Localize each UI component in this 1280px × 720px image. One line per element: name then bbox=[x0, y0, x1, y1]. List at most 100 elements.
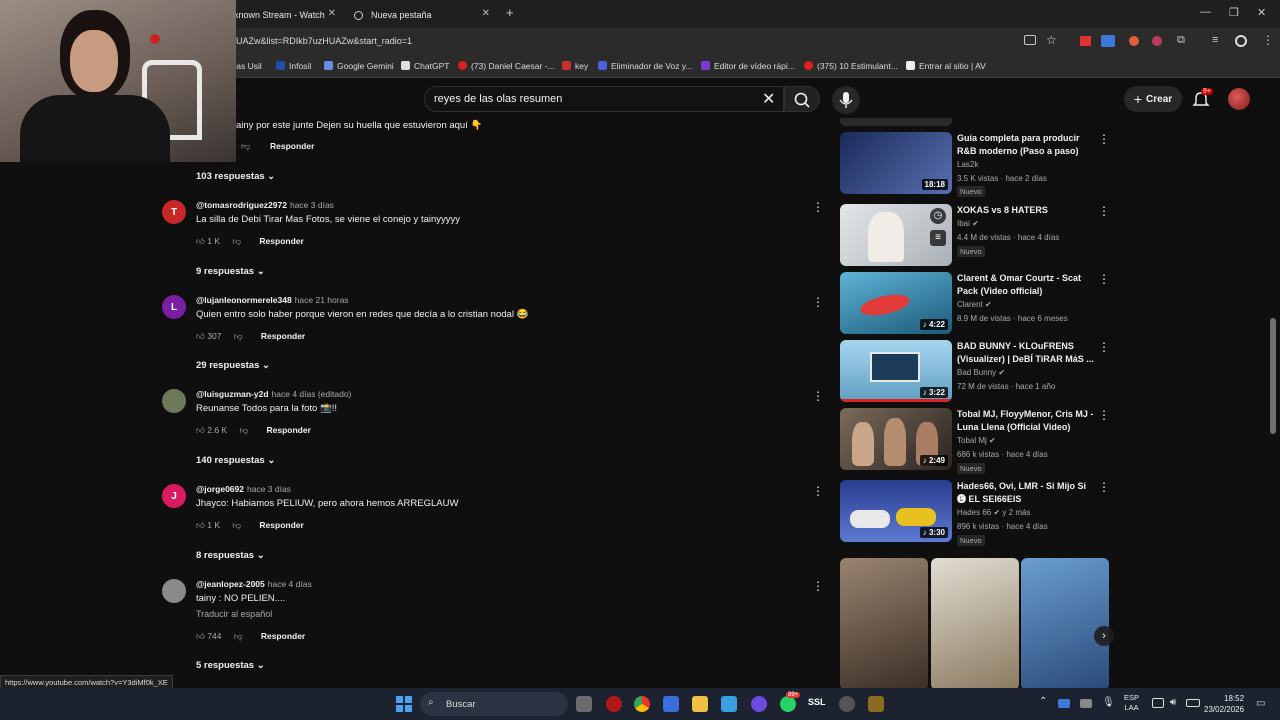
bookmark-item[interactable]: key bbox=[562, 61, 588, 71]
bookmark-item[interactable]: (73) Daniel Caesar -... bbox=[458, 61, 555, 71]
video-title[interactable]: Tobal MJ, FloyyMenor, Cris MJ - Luna Lle… bbox=[957, 408, 1097, 434]
reply-button[interactable]: Responder bbox=[261, 631, 305, 641]
show-replies-button[interactable]: 9 respuestas ⌄ bbox=[196, 266, 265, 277]
scrollbar[interactable] bbox=[1270, 318, 1276, 434]
bookmark-item[interactable]: Eliminador de Voz y... bbox=[598, 61, 693, 71]
avatar[interactable] bbox=[1228, 88, 1250, 110]
whatsapp-icon[interactable] bbox=[780, 696, 796, 712]
bookmark-item[interactable]: vas Usil bbox=[232, 61, 262, 71]
video-thumbnail[interactable]: ♪ 3:30 bbox=[840, 480, 952, 542]
like-icon[interactable]: 👍︎ bbox=[196, 425, 205, 435]
comment-menu-icon[interactable]: ⋮ bbox=[812, 389, 824, 403]
channel-name[interactable]: Hades 66 ✔ y 2 más bbox=[957, 508, 1030, 517]
taskbar-clock[interactable]: 18:52 23/02/2026 bbox=[1204, 693, 1244, 715]
app-icon[interactable] bbox=[751, 696, 767, 712]
menu-lines-icon[interactable]: ≡ bbox=[1212, 34, 1218, 46]
puzzle-icon[interactable]: ⧉ bbox=[1177, 34, 1185, 47]
video-title[interactable]: BAD BUNNY - KLOuFRENS (Visualizer) | DeB… bbox=[957, 340, 1097, 366]
like-icon[interactable]: 👍︎ bbox=[196, 331, 205, 341]
profile-icon[interactable] bbox=[1235, 35, 1247, 47]
maximize-icon[interactable]: ❐ bbox=[1229, 6, 1239, 19]
dislike-icon[interactable]: 👎︎ bbox=[234, 631, 243, 641]
comment-author[interactable]: @lujanleonormerele348 hace 21 horas bbox=[196, 295, 349, 305]
taskbar-search-input[interactable]: Buscar bbox=[420, 692, 568, 716]
app-icon[interactable] bbox=[606, 696, 622, 712]
short-thumbnail[interactable] bbox=[1021, 558, 1109, 690]
create-button[interactable]: + Crear bbox=[1124, 86, 1182, 112]
extension-icon[interactable] bbox=[1080, 36, 1091, 46]
app-icon[interactable] bbox=[868, 696, 884, 712]
bookmark-item[interactable]: Entrar al sitio | AV bbox=[906, 61, 986, 71]
bookmark-item[interactable]: Infosil bbox=[276, 61, 311, 71]
kebab-menu-icon[interactable]: ⋮ bbox=[1262, 33, 1274, 47]
extension-icon[interactable] bbox=[1129, 36, 1139, 46]
reply-button[interactable]: Responder bbox=[261, 331, 305, 341]
reply-button[interactable]: Responder bbox=[259, 520, 303, 530]
channel-name[interactable]: Tobal Mj ✔ bbox=[957, 436, 996, 445]
avatar[interactable] bbox=[162, 389, 186, 413]
like-icon[interactable]: 👍︎ bbox=[196, 236, 205, 246]
minimize-icon[interactable]: — bbox=[1200, 6, 1211, 18]
language-indicator[interactable]: ESP LAA bbox=[1124, 693, 1139, 713]
short-thumbnail[interactable] bbox=[931, 558, 1019, 690]
channel-name[interactable]: Bad Bunny ✔ bbox=[957, 368, 1005, 377]
store-icon[interactable] bbox=[663, 696, 679, 712]
like-icon[interactable]: 👍︎ bbox=[196, 631, 205, 641]
clear-search-icon[interactable]: ✕ bbox=[762, 89, 775, 109]
volume-icon[interactable]: 🔊︎ bbox=[1170, 697, 1176, 708]
avatar[interactable]: L bbox=[162, 295, 186, 319]
url-field[interactable]: UAZw&list=RDIkb7uzHUAZw&start_radio=1 bbox=[236, 36, 412, 46]
reply-button[interactable]: Responder bbox=[259, 236, 303, 246]
bookmark-item[interactable]: ChatGPT bbox=[401, 61, 449, 71]
show-replies-button[interactable]: 103 respuestas ⌄ bbox=[196, 171, 275, 182]
like-icon[interactable]: 👍︎ bbox=[196, 520, 205, 530]
reply-button[interactable]: Responder bbox=[270, 141, 314, 151]
bookmark-item[interactable]: Google Gemini bbox=[324, 61, 394, 71]
comment-menu-icon[interactable]: ⋮ bbox=[812, 579, 824, 593]
search-button[interactable] bbox=[784, 86, 820, 112]
comment-menu-icon[interactable]: ⋮ bbox=[812, 484, 824, 498]
tray-icon[interactable] bbox=[1058, 699, 1070, 708]
video-thumbnail[interactable]: ♪ 4:22 bbox=[840, 272, 952, 334]
microphone-icon[interactable]: 🎙︎ bbox=[1102, 697, 1115, 708]
tab-youtube-stream[interactable]: known Stream - Watch ✕ bbox=[226, 4, 342, 26]
add-to-queue-icon[interactable]: ≡ bbox=[930, 230, 946, 246]
related-video[interactable]: ♪ 2:49 Tobal MJ, FloyyMenor, Cris MJ - L… bbox=[840, 408, 1110, 474]
related-video[interactable]: 18:18 Guía completa para producir R&B mo… bbox=[840, 132, 1110, 197]
dislike-icon[interactable]: 👎︎ bbox=[232, 236, 241, 246]
ssl-icon[interactable]: SSL bbox=[808, 697, 826, 707]
video-title[interactable]: Hades66, Ovi, LMR - Si Mijo Si 🅔 EL SEI6… bbox=[957, 480, 1097, 506]
video-title[interactable]: Guía completa para producir R&B moderno … bbox=[957, 132, 1097, 158]
video-title[interactable]: XOKAS vs 8 HATERS bbox=[957, 204, 1097, 217]
video-thumbnail[interactable]: ◷ ≡ bbox=[840, 204, 952, 266]
video-menu-icon[interactable]: ⋮ bbox=[1098, 132, 1110, 146]
dislike-icon[interactable]: 👎︎ bbox=[240, 425, 249, 435]
video-menu-icon[interactable]: ⋮ bbox=[1098, 272, 1110, 286]
dislike-icon[interactable]: 👎︎ bbox=[232, 520, 241, 530]
close-tab-icon[interactable]: ✕ bbox=[482, 8, 490, 19]
short-thumbnail[interactable] bbox=[840, 558, 928, 690]
comment-menu-icon[interactable]: ⋮ bbox=[812, 295, 824, 309]
notification-center-icon[interactable]: ▭ bbox=[1256, 698, 1265, 709]
battery-icon[interactable] bbox=[1186, 699, 1200, 707]
video-menu-icon[interactable]: ⋮ bbox=[1098, 340, 1110, 354]
comment-author[interactable]: @jorge0692 hace 3 días bbox=[196, 484, 291, 494]
avatar[interactable] bbox=[162, 579, 186, 603]
windows-start-icon[interactable] bbox=[396, 696, 412, 712]
video-thumbnail[interactable]: ♪ 3:22 bbox=[840, 340, 952, 402]
chevron-right-icon[interactable]: › bbox=[1094, 626, 1114, 646]
network-icon[interactable] bbox=[1152, 698, 1164, 708]
install-icon[interactable] bbox=[1024, 35, 1036, 45]
new-tab-icon[interactable]: + bbox=[506, 5, 514, 20]
video-menu-icon[interactable]: ⋮ bbox=[1098, 408, 1110, 422]
tab-new-tab[interactable]: Nueva pestaña ✕ bbox=[346, 4, 496, 26]
show-replies-button[interactable]: 140 respuestas ⌄ bbox=[196, 455, 275, 466]
tray-expand-icon[interactable]: ⌃ bbox=[1039, 696, 1047, 707]
avatar[interactable]: J bbox=[162, 484, 186, 508]
app-icon[interactable] bbox=[839, 696, 855, 712]
related-video[interactable]: ♪ 3:30 Hades66, Ovi, LMR - Si Mijo Si 🅔 … bbox=[840, 480, 1110, 546]
file-explorer-icon[interactable] bbox=[692, 696, 708, 712]
task-view-icon[interactable] bbox=[576, 696, 592, 712]
bookmark-item[interactable]: (375) 10 Estimulant... bbox=[804, 61, 898, 71]
extension-icon[interactable] bbox=[1101, 35, 1115, 47]
